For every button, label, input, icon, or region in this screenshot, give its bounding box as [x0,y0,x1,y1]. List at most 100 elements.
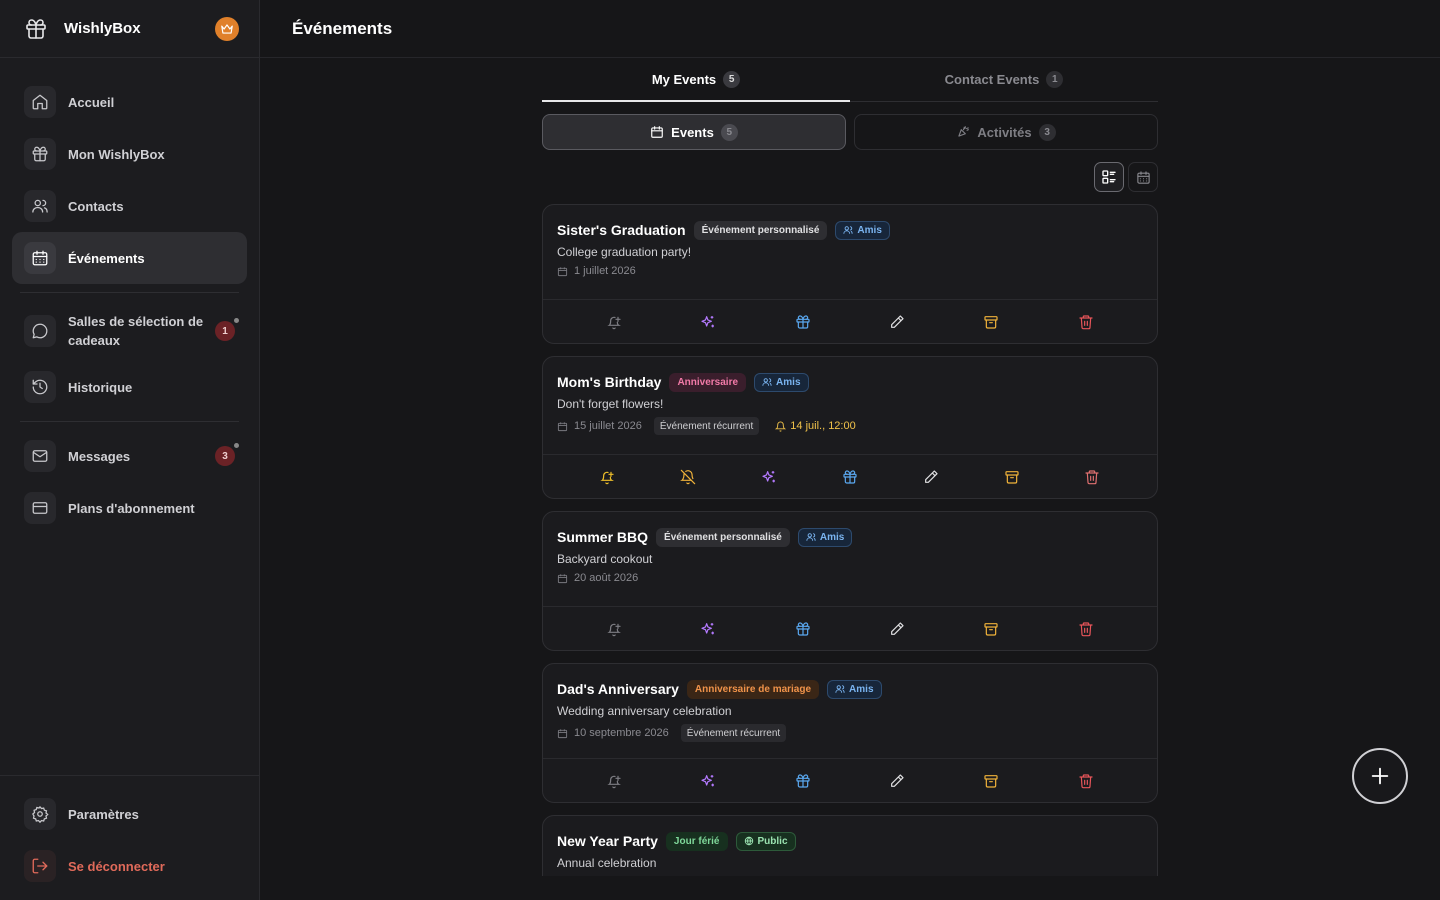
gift-button[interactable] [787,613,819,645]
audience-badge: Amis [754,372,809,392]
events-panel: My Events 5 Contact Events 1 Events 5 Ac… [542,58,1158,876]
bell-off-icon [680,469,696,484]
sparkles-icon [701,622,715,634]
event-tabs: My Events 5 Contact Events 1 [542,58,1158,102]
archive-icon [984,315,999,329]
edit-button[interactable] [881,306,913,338]
sparkles-icon [762,470,776,482]
bell-plus-icon [600,471,615,484]
delete-button[interactable] [1076,461,1108,493]
audience-badge: Public [735,831,796,851]
gift-icon [796,621,810,636]
tab-contact-events[interactable]: Contact Events 1 [850,58,1158,101]
gift-logo-icon [24,17,48,41]
gift-button[interactable] [787,765,819,797]
trash-icon [1079,773,1093,788]
ai-ideas-button[interactable] [692,765,724,797]
sidebar-item-plans[interactable]: Plans d'abonnement [12,482,247,534]
gear-icon [24,798,56,830]
archive-button[interactable] [996,461,1028,493]
sidebar-item-messages[interactable]: Messages 3 [12,430,247,482]
edit-button[interactable] [881,765,913,797]
archive-button[interactable] [975,613,1007,645]
segment-events[interactable]: Events 5 [542,114,846,150]
event-card[interactable]: Dad's Anniversary Anniversaire de mariag… [542,663,1158,803]
bell-plus-icon [607,623,622,636]
ai-ideas-button[interactable] [753,461,785,493]
tab-label: My Events [651,72,717,87]
plus-icon [1371,767,1389,785]
add-event-button[interactable] [1352,748,1408,804]
sidebar-item-label: Accueil [68,94,115,110]
disable-reminder-button[interactable] [672,461,704,493]
tab-label: Contact Events [944,72,1040,87]
gift-button[interactable] [834,461,866,493]
event-actions [543,606,1157,650]
reminder-info: 14 juil., 12:00 [775,420,856,432]
calendar-icon [650,125,664,139]
event-card[interactable]: New Year Party Jour férié Public Annual … [542,815,1158,876]
event-card[interactable]: Sister's Graduation Événement personnali… [542,204,1158,344]
calendar-view-button[interactable] [1128,162,1158,192]
mail-icon [24,440,56,472]
sidebar-item-salles[interactable]: Salles de sélection de cadeaux 1 [12,301,247,361]
edit-button[interactable] [881,613,913,645]
event-meta: 20 août 2026 [557,572,1143,584]
event-card[interactable]: Summer BBQ Événement personnalisé Amis B… [542,511,1158,651]
crown-icon[interactable] [215,16,239,41]
delete-button[interactable] [1070,306,1102,338]
delete-button[interactable] [1070,765,1102,797]
archive-button[interactable] [975,765,1007,797]
sidebar-item-historique[interactable]: Historique [12,361,247,413]
logout-button[interactable]: Se déconnecter [12,840,247,892]
sidebar-item-evenements[interactable]: Événements [12,232,247,284]
calendar-icon [557,728,568,738]
delete-button[interactable] [1070,613,1102,645]
archive-icon [1005,470,1019,484]
tab-my-events[interactable]: My Events 5 [542,58,850,102]
sidebar-item-contacts[interactable]: Contacts [12,180,247,232]
archive-button[interactable] [975,306,1007,338]
bell-icon [775,421,787,432]
event-title: Mom's Birthday [557,374,662,390]
sidebar-item-label: Historique [68,379,133,395]
view-toggle [542,162,1158,192]
chat-bubble-icon [24,315,56,347]
ai-ideas-button[interactable] [692,613,724,645]
history-icon [24,371,56,403]
sidebar-nav: Accueil Mon WishlyBox Contacts Événement… [0,58,259,534]
users-icon [806,533,816,541]
sidebar-item-parametres[interactable]: Paramètres [12,788,247,840]
calendar-icon [557,573,568,583]
sidebar-item-accueil[interactable]: Accueil [12,76,247,128]
event-description: Wedding anniversary celebration [557,704,732,718]
list-view-button[interactable] [1094,162,1124,192]
event-type-badge: Événement personnalisé [693,220,828,240]
segment-activites[interactable]: Activités 3 [854,114,1158,150]
gift-button[interactable] [787,306,819,338]
event-title: Dad's Anniversary [557,681,679,697]
count-badge: 5 [720,123,738,141]
sidebar-item-label: Événements [68,250,145,266]
event-card[interactable]: Mom's Birthday Anniversaire Amis Don't f… [542,356,1158,499]
event-actions [543,758,1157,802]
event-date: 1 juillet 2026 [574,265,636,277]
segment-label: Activités [977,124,1032,140]
add-reminder-button[interactable] [598,306,630,338]
edit-button[interactable] [915,461,947,493]
sidebar-footer: Paramètres Se déconnecter [0,775,259,900]
event-description: Backyard cookout [557,552,653,566]
page-header: Événements [260,0,1440,58]
add-reminder-button[interactable] [598,613,630,645]
gift-icon [843,469,857,484]
sidebar-item-mon-wishlybox[interactable]: Mon WishlyBox [12,128,247,180]
segment-label: Events [671,124,714,140]
logout-label: Se déconnecter [68,858,165,874]
ai-ideas-button[interactable] [692,306,724,338]
event-type-badge: Anniversaire [669,372,747,392]
pencil-icon [891,314,904,328]
count-badge: 5 [723,71,741,88]
users-icon [24,190,56,222]
add-reminder-button[interactable] [591,461,623,493]
add-reminder-button[interactable] [598,765,630,797]
